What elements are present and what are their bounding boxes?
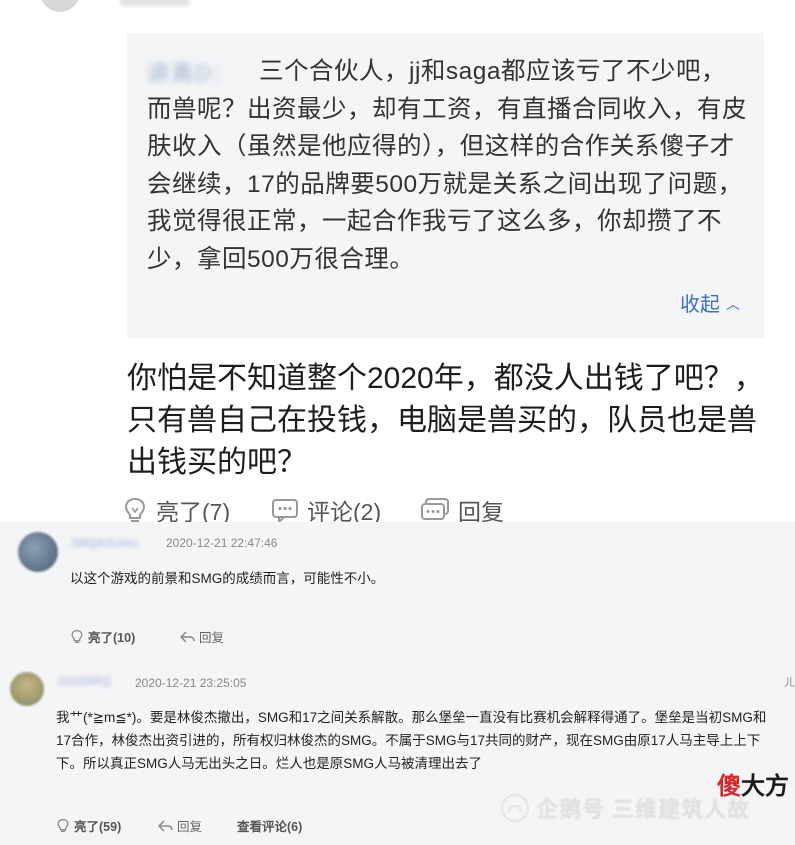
reply-arrow-icon xyxy=(158,819,173,832)
username-blurred[interactable]: JWQAXUrec xyxy=(70,536,138,550)
timestamp: 2020-12-21 23:25:05 xyxy=(135,676,247,690)
reply-button[interactable]: 回复 xyxy=(158,816,202,835)
lightbulb-icon xyxy=(124,497,146,522)
comment-icon xyxy=(272,499,298,523)
brand-logo: 傻大方 xyxy=(717,766,789,801)
watermark: 企鹅号 三维建筑人故 xyxy=(500,792,750,824)
lightbulb-icon xyxy=(71,629,83,644)
reply-arrow-icon xyxy=(180,630,195,643)
brand-logo-text: 大方 xyxy=(741,773,789,800)
chevron-up-icon: ︿ xyxy=(726,296,740,312)
reply-button[interactable]: 回复 xyxy=(180,627,224,646)
avatar[interactable] xyxy=(40,0,80,12)
avatar[interactable] xyxy=(10,672,44,706)
lightbulb-icon xyxy=(57,818,69,833)
quoted-comment-text: 三个合伙人，jj和saga都应该亏了不少吧，而兽呢？出资最少，却有工资，有直播合… xyxy=(147,58,747,273)
reply-label: 回复 xyxy=(199,631,225,645)
reply-icon xyxy=(421,498,449,520)
username-blurred[interactable]: GGSSRQ xyxy=(58,674,111,688)
collapse-button[interactable]: 收起 ︿ xyxy=(680,288,740,317)
quoted-comment-box: 讲真D： 三个合伙人，jj和saga都应该亏了不少吧，而兽呢？出资最少，却有工资… xyxy=(127,33,764,338)
penguin-logo-icon xyxy=(500,793,530,823)
like-button[interactable]: 亮了(10) xyxy=(70,627,135,646)
comment-text: 我艹(*≧m≦*)。要是林俊杰撤出，SMG和17之间关系解散。那么堡垒一直没有比… xyxy=(56,710,767,771)
username-blurred xyxy=(120,0,190,6)
edge-mark: ㄦ xyxy=(784,677,795,689)
like-label: 亮了(59) xyxy=(74,820,122,834)
brand-logo-char: 傻 xyxy=(717,773,741,800)
reply-label: 回复 xyxy=(177,820,203,834)
comment-list: JWQAXUrec 2020-12-21 22:47:46 以这个游戏的前景和S… xyxy=(0,522,795,845)
like-label: 亮了(10) xyxy=(88,631,136,645)
collapse-label: 收起 xyxy=(680,294,720,316)
comment-text: 以这个游戏的前景和SMG的成绩而言，可能性不小。 xyxy=(70,571,385,586)
view-comments-label: 查看评论(6) xyxy=(237,820,303,834)
view-comments-button[interactable]: 查看评论(6) xyxy=(237,816,302,835)
avatar[interactable] xyxy=(18,532,58,572)
timestamp: 2020-12-21 22:47:46 xyxy=(166,536,278,550)
like-button[interactable]: 亮了(59) xyxy=(56,816,121,835)
reply-text: 你怕是不知道整个2020年，都没人出钱了吧？，只有兽自己在投钱，电脑是兽买的，队… xyxy=(127,362,764,479)
reply-detail-panel: 讲真D： 三个合伙人，jj和saga都应该亏了不少吧，而兽呢？出资最少，却有工资… xyxy=(0,0,795,525)
